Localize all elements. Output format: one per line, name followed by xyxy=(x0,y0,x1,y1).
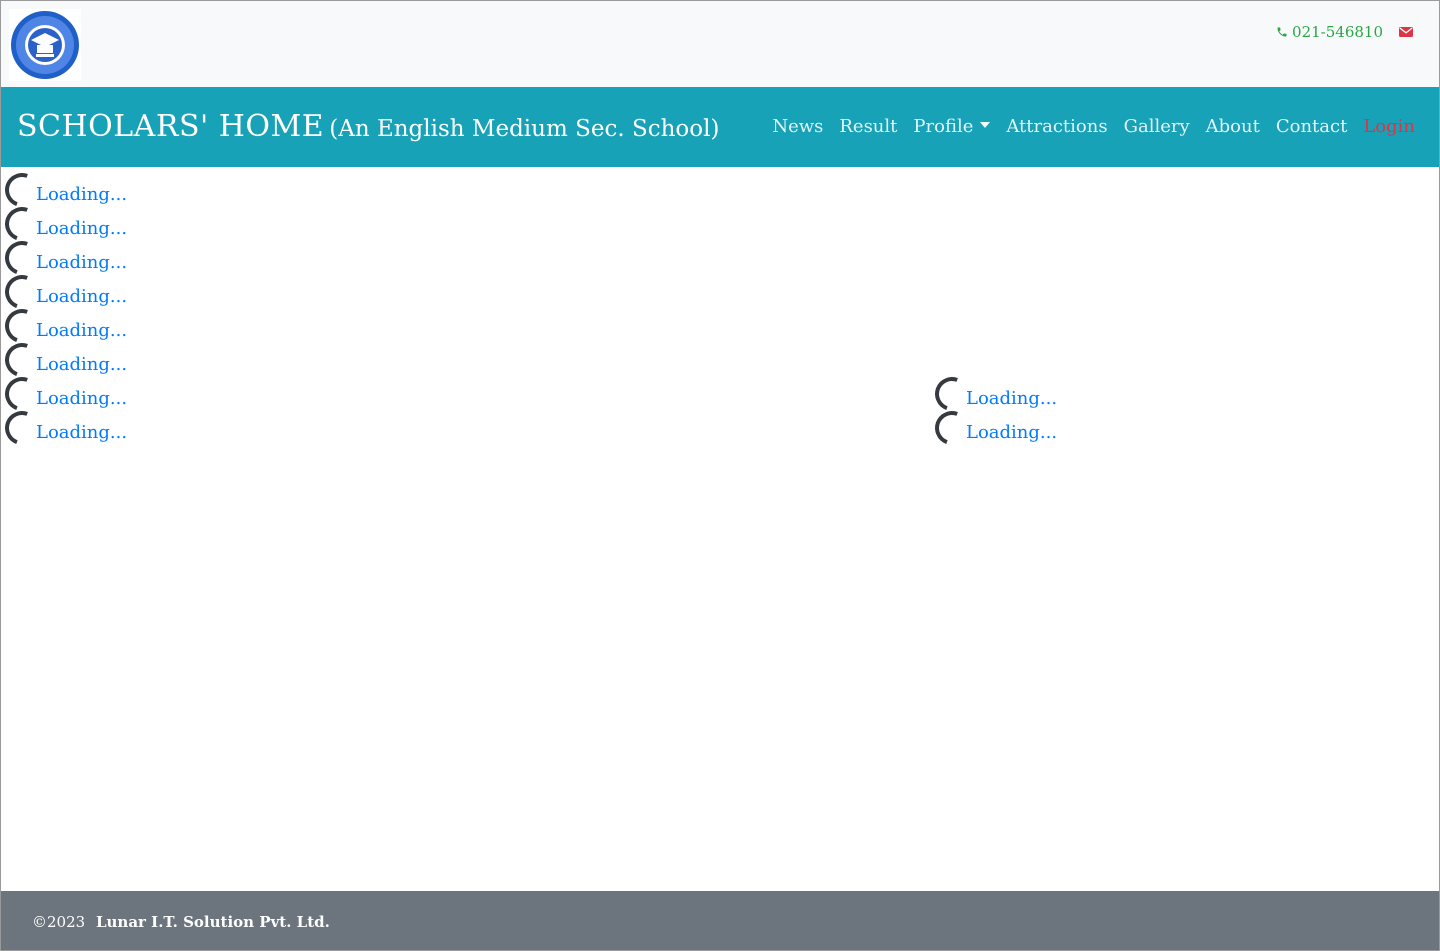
loading-indicator: Loading... xyxy=(929,405,1058,451)
loading-indicator: Loading... xyxy=(1,371,128,417)
loading-indicator: Loading... xyxy=(1,235,128,281)
loading-indicator: Loading... xyxy=(929,371,1058,417)
loading-text: Loading... xyxy=(36,319,128,341)
nav-item-result[interactable]: Result xyxy=(831,116,905,137)
spinner-icon xyxy=(1,405,45,451)
loading-text: Loading... xyxy=(966,387,1058,409)
loading-text: Loading... xyxy=(36,183,128,205)
loading-text: Loading... xyxy=(36,421,128,443)
brand-name: SCHOLARS' HOME xyxy=(17,109,325,144)
phone-contact[interactable]: 021-546810 xyxy=(1276,23,1383,41)
loading-text: Loading... xyxy=(36,285,128,307)
page-frame: 021-546810 SCHOLARS' HOME (An English Me… xyxy=(0,0,1440,951)
footer-credit: ©2023 Lunar I.T. Solution Pvt. Ltd. xyxy=(32,913,330,931)
phone-number: 021-546810 xyxy=(1292,23,1383,41)
envelope-icon[interactable] xyxy=(1399,26,1413,38)
loading-indicator: Loading... xyxy=(1,303,128,349)
loading-text: Loading... xyxy=(36,353,128,375)
loading-text: Loading... xyxy=(36,251,128,273)
nav-item-attractions[interactable]: Attractions xyxy=(998,116,1115,137)
spinner-icon xyxy=(929,405,975,451)
loading-indicator: Loading... xyxy=(1,167,128,213)
loading-text: Loading... xyxy=(36,217,128,239)
caret-down-icon xyxy=(980,122,991,128)
phone-icon xyxy=(1277,27,1287,37)
school-logo[interactable] xyxy=(9,9,81,81)
nav-item-about[interactable]: About xyxy=(1198,116,1268,137)
nav-item-gallery[interactable]: Gallery xyxy=(1116,116,1198,137)
brand-subtitle: (An English Medium Sec. School) xyxy=(329,116,720,142)
loading-text: Loading... xyxy=(36,387,128,409)
footer-company-link[interactable]: Lunar I.T. Solution Pvt. Ltd. xyxy=(96,913,330,931)
loading-indicator: Loading... xyxy=(1,337,128,383)
main-navbar: SCHOLARS' HOME (An English Medium Sec. S… xyxy=(1,87,1439,167)
nav-item-login[interactable]: Login xyxy=(1355,116,1415,137)
loading-indicator: Loading... xyxy=(1,405,128,451)
top-bar: 021-546810 xyxy=(1,1,1439,87)
nav-menu: News Result Profile Attractions Gallery … xyxy=(764,116,1415,137)
footer-copyright: ©2023 xyxy=(32,913,86,931)
contact-info: 021-546810 xyxy=(1276,23,1413,41)
loading-indicator: Loading... xyxy=(1,201,128,247)
nav-item-news[interactable]: News xyxy=(764,116,831,137)
nav-item-contact[interactable]: Contact xyxy=(1268,116,1355,137)
loading-indicator: Loading... xyxy=(1,269,128,315)
brand-title[interactable]: SCHOLARS' HOME (An English Medium Sec. S… xyxy=(17,109,719,144)
nav-item-profile-label: Profile xyxy=(913,116,974,137)
nav-item-profile-dropdown[interactable]: Profile xyxy=(905,116,998,137)
page-footer: ©2023 Lunar I.T. Solution Pvt. Ltd. xyxy=(1,891,1439,950)
loading-text: Loading... xyxy=(966,421,1058,443)
